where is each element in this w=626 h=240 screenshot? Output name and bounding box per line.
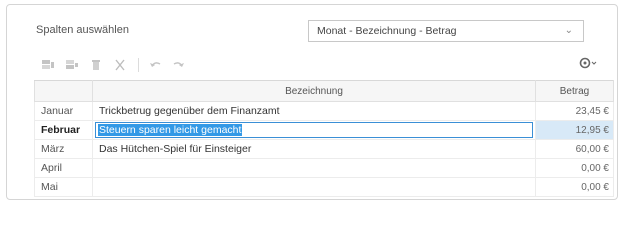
- month-cell[interactable]: Januar: [34, 101, 93, 121]
- section-title: Spalten auswählen: [36, 24, 129, 36]
- cut-icon[interactable]: [112, 57, 128, 73]
- month-cell[interactable]: April: [34, 158, 93, 178]
- label-cell[interactable]: Das Hütchen-Spiel für Einsteiger: [92, 139, 536, 159]
- delete-icon[interactable]: [88, 57, 104, 73]
- undo-icon[interactable]: [147, 57, 163, 73]
- column-header-betrag[interactable]: Betrag: [535, 80, 614, 102]
- label-cell[interactable]: [92, 158, 536, 178]
- selected-text: Steuern sparen leicht gemacht: [98, 124, 243, 136]
- table-row[interactable]: Mai 0,00 €: [34, 177, 614, 197]
- label-cell[interactable]: [92, 177, 536, 197]
- settings-gear-icon[interactable]: [578, 56, 598, 73]
- column-select-value: Monat - Bezeichnung - Betrag: [317, 25, 457, 37]
- table-row[interactable]: April 0,00 €: [34, 158, 614, 178]
- table-row[interactable]: März Das Hütchen-Spiel für Einsteiger 60…: [34, 139, 614, 159]
- amount-cell[interactable]: 60,00 €: [535, 139, 614, 159]
- insert-row-icon[interactable]: [64, 57, 80, 73]
- column-select-dropdown[interactable]: Monat - Bezeichnung - Betrag ⌄: [308, 20, 584, 42]
- amount-cell[interactable]: 23,45 €: [535, 101, 614, 121]
- label-cell[interactable]: Trickbetrug gegenüber dem Finanzamt: [92, 101, 536, 121]
- table-toolbar: [40, 56, 195, 74]
- amount-cell[interactable]: 0,00 €: [535, 177, 614, 197]
- table-row-selected[interactable]: Februar Steuern sparen leicht gemacht 12…: [34, 120, 614, 140]
- month-cell[interactable]: März: [34, 139, 93, 159]
- redo-icon[interactable]: [171, 57, 187, 73]
- column-header-month[interactable]: [34, 80, 93, 102]
- table-row[interactable]: Januar Trickbetrug gegenüber dem Finanza…: [34, 101, 614, 121]
- data-table: Bezeichnung Betrag Januar Trickbetrug ge…: [34, 80, 614, 197]
- chevron-down-icon: ⌄: [564, 25, 573, 36]
- table-header-row: Bezeichnung Betrag: [34, 80, 614, 102]
- month-cell[interactable]: Mai: [34, 177, 93, 197]
- label-cell-editing[interactable]: Steuern sparen leicht gemacht: [92, 120, 536, 140]
- add-row-icon[interactable]: [40, 57, 56, 73]
- amount-cell[interactable]: 12,95 €: [535, 120, 614, 140]
- amount-cell[interactable]: 0,00 €: [535, 158, 614, 178]
- month-cell[interactable]: Februar: [34, 120, 93, 140]
- column-header-bezeichnung[interactable]: Bezeichnung: [92, 80, 536, 102]
- label-edit-input[interactable]: Steuern sparen leicht gemacht: [95, 122, 533, 138]
- toolbar-divider: [138, 58, 139, 72]
